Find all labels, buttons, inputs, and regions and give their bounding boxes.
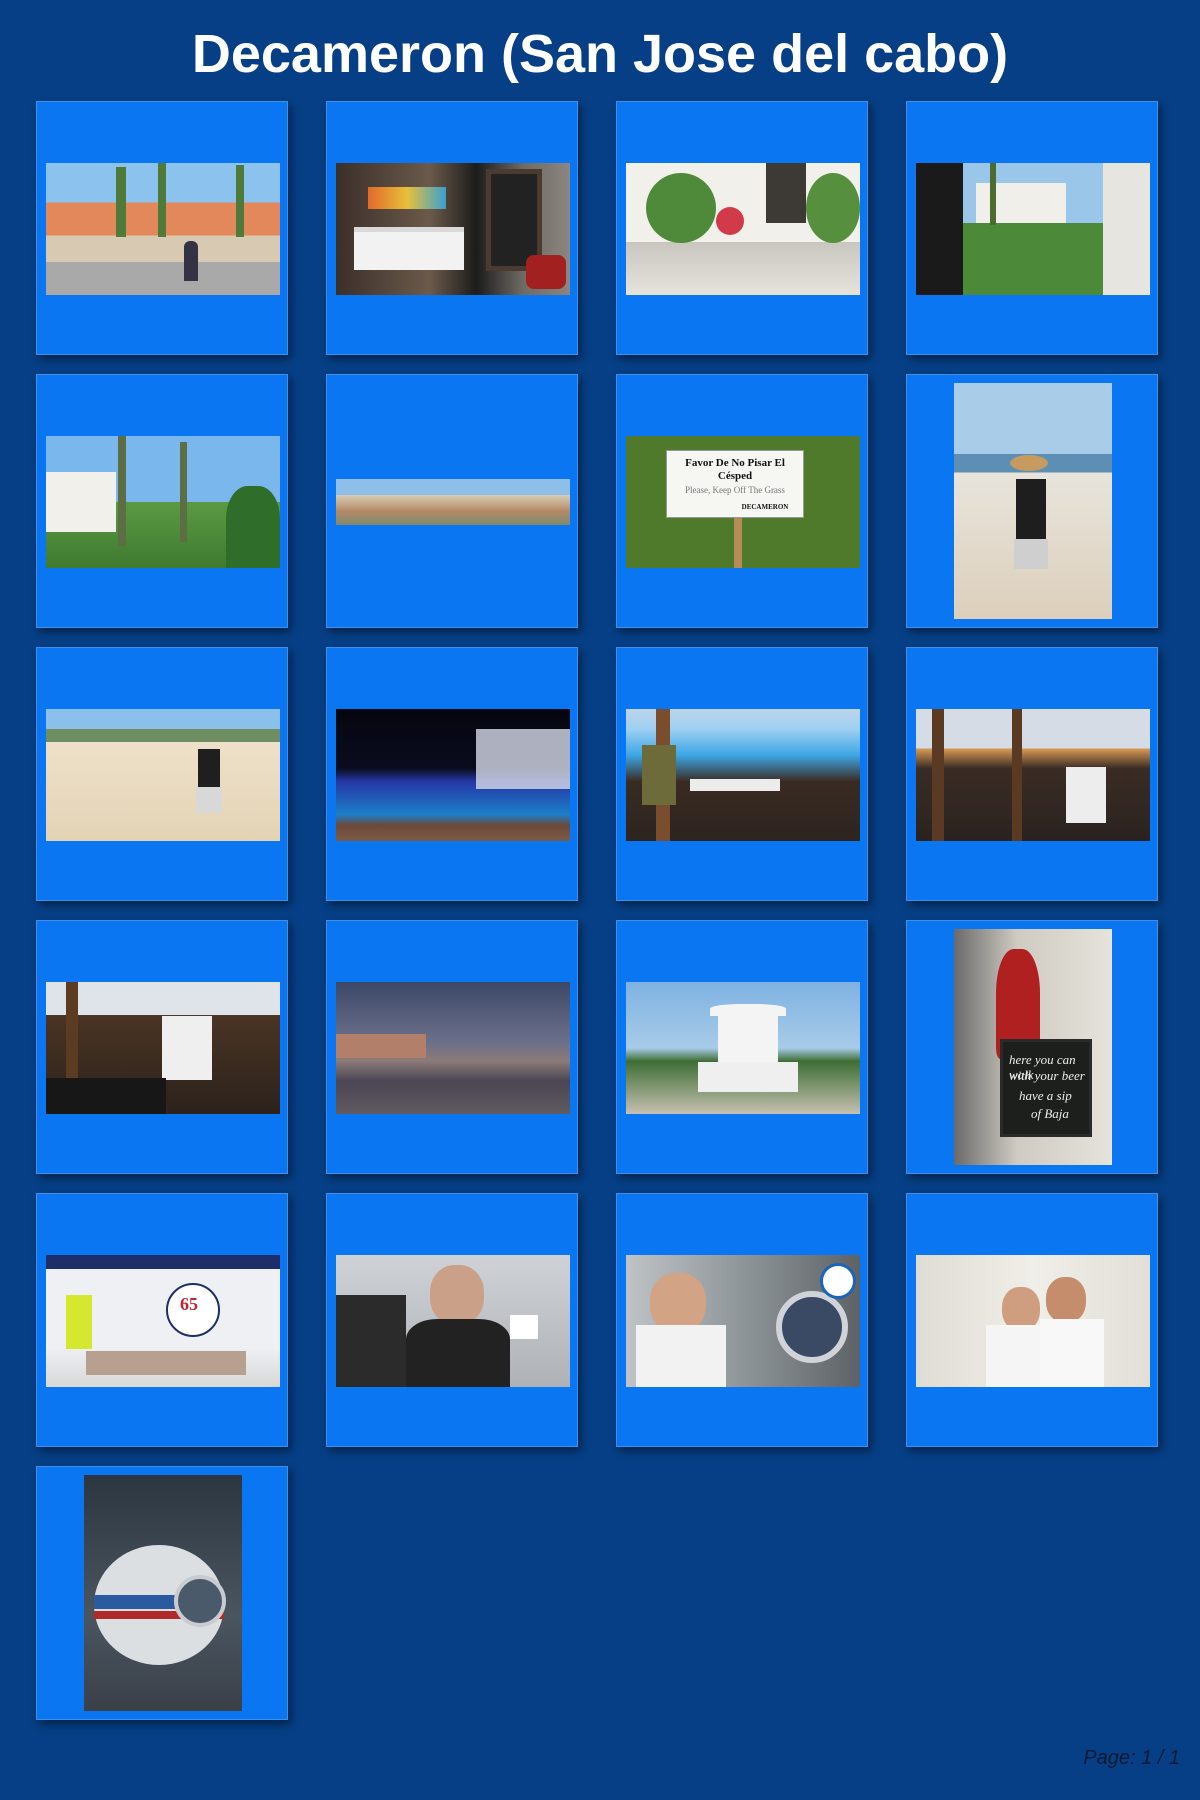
thumbnail-tile[interactable] xyxy=(616,920,868,1174)
anniversary-number: 65 xyxy=(180,1294,198,1314)
keep-off-grass-sign: Favor De No Pisar El Césped Please, Keep… xyxy=(666,450,804,518)
thumbnail-tile[interactable] xyxy=(616,1193,868,1447)
thumbnail-tile[interactable] xyxy=(36,374,288,628)
photo-resort-entrance[interactable] xyxy=(46,163,280,295)
chalkboard-line-4: of Baja xyxy=(1031,1106,1069,1121)
photo-poolside-dining[interactable] xyxy=(626,709,860,841)
photo-garden-patio[interactable] xyxy=(626,163,860,295)
photo-man-hyperbaric-room[interactable] xyxy=(626,1255,860,1387)
sign-line-2: Césped xyxy=(717,470,753,482)
thumbnail-tile[interactable] xyxy=(36,647,288,901)
photo-pool-at-night[interactable] xyxy=(336,709,570,841)
photo-man-reading-menu[interactable] xyxy=(46,982,280,1114)
chalkboard-line-3: have a sip xyxy=(1019,1088,1072,1103)
sign-line-1: Favor De No Pisar El xyxy=(685,457,785,469)
chalkboard-line-2: with your beer xyxy=(1009,1068,1085,1083)
thumbnail-tile[interactable]: Favor De No Pisar El Césped Please, Keep… xyxy=(616,374,868,628)
photo-restaurant-terrace[interactable] xyxy=(916,709,1150,841)
thumbnail-tile[interactable] xyxy=(36,1466,288,1720)
photo-street-chalkboard[interactable]: here you can walk with your beer have a … xyxy=(954,929,1112,1165)
thumbnail-tile[interactable] xyxy=(616,101,868,355)
sign-brand: DECAMERON xyxy=(741,503,789,511)
thumbnail-tile[interactable] xyxy=(326,101,578,355)
photo-hotel-room[interactable] xyxy=(336,163,570,295)
thumbnail-tile[interactable] xyxy=(906,374,1158,628)
thumbnail-tile[interactable] xyxy=(616,647,868,901)
thumbnail-tile[interactable] xyxy=(326,1193,578,1447)
thumbnail-tile[interactable] xyxy=(906,1193,1158,1447)
photo-airline-anniversary-cake[interactable]: 65 xyxy=(46,1255,280,1387)
photo-woman-airport-seat[interactable] xyxy=(336,1255,570,1387)
photo-resort-panorama[interactable] xyxy=(336,479,570,525)
thumbnail-tile[interactable] xyxy=(326,647,578,901)
photo-gazebo[interactable] xyxy=(626,982,860,1114)
page-title: Decameron (San Jose del cabo) xyxy=(191,24,1009,84)
sign-line-3: Please, Keep Off The Grass xyxy=(685,485,785,495)
thumbnail-tile[interactable] xyxy=(906,647,1158,901)
thumbnail-tile[interactable] xyxy=(326,920,578,1174)
thumbnail-tile[interactable] xyxy=(36,920,288,1174)
chalkboard-sign: here you can walk with your beer have a … xyxy=(1000,1039,1092,1137)
page-indicator: Page: 1 / 1 xyxy=(1083,1747,1180,1769)
photo-view-from-room[interactable] xyxy=(916,163,1150,295)
thumbnail-tile[interactable]: here you can walk with your beer have a … xyxy=(906,920,1158,1174)
thumbnail-tile[interactable]: 65 xyxy=(36,1193,288,1447)
photo-hyperbaric-chamber[interactable] xyxy=(84,1475,242,1711)
photo-grass-sign[interactable]: Favor De No Pisar El Césped Please, Keep… xyxy=(626,436,860,568)
photo-woman-sandy-beach[interactable] xyxy=(46,709,280,841)
photo-beach-dusk[interactable] xyxy=(336,982,570,1114)
photo-woman-beach-portrait[interactable] xyxy=(954,383,1112,619)
thumbnail-tile[interactable] xyxy=(36,101,288,355)
thumbnail-tile[interactable] xyxy=(906,101,1158,355)
thumbnail-tile[interactable] xyxy=(326,374,578,628)
photo-palm-gardens[interactable] xyxy=(46,436,280,568)
photo-two-men-hallway[interactable] xyxy=(916,1255,1150,1387)
